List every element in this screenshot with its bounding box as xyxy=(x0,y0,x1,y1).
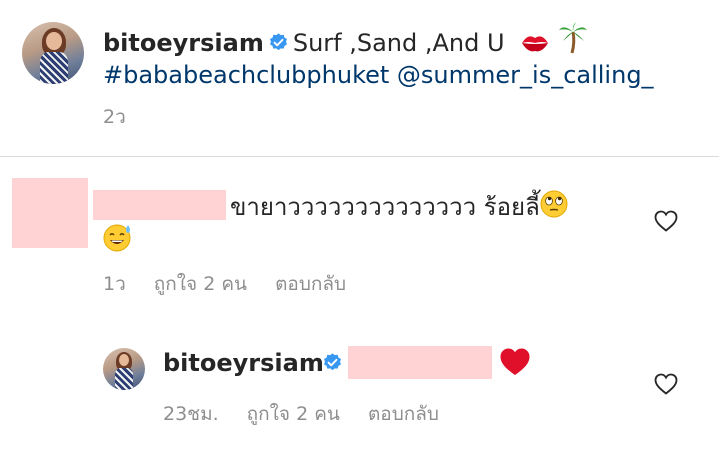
reply-meta: 23ชม. ถูกใจ 2 คน ตอบกลับ xyxy=(163,399,467,429)
comment-like-heart-icon[interactable] xyxy=(654,210,678,232)
redacted-mention xyxy=(348,346,492,379)
redacted-commenter-name xyxy=(93,190,226,220)
sweat-smile-emoji-icon xyxy=(103,224,131,252)
comment-reply-button[interactable]: ตอบกลับ xyxy=(275,273,346,295)
reply-timestamp: 23ชม. xyxy=(163,403,219,425)
comment-text-body: ขายาวววววววววววววว ร้อยลี้ xyxy=(230,193,540,221)
post-caption-text: Surf ,Sand ,And U xyxy=(292,29,505,57)
reply-like-heart-icon[interactable] xyxy=(654,373,678,395)
post-caption: bitoeyrsiam Surf ,Sand ,And U #bababeachc… xyxy=(103,22,703,91)
reply-avatar[interactable] xyxy=(103,348,145,390)
comment-timestamp: 1ว xyxy=(103,273,126,295)
verified-badge-icon xyxy=(269,33,287,51)
reply-username[interactable]: bitoeyrsiam xyxy=(163,346,324,380)
post-timestamp: 2ว xyxy=(103,106,126,128)
reply-likes-link[interactable]: ถูกใจ 2 คน xyxy=(247,403,340,425)
comment-likes-link[interactable]: ถูกใจ 2 คน xyxy=(154,273,247,295)
comment-meta: 1ว ถูกใจ 2 คน ตอบกลับ xyxy=(103,269,374,299)
redacted-commenter-avatar xyxy=(12,178,88,248)
verified-badge-icon xyxy=(324,353,341,371)
post-avatar[interactable] xyxy=(22,22,84,84)
palm-tree-emoji-icon xyxy=(558,22,587,54)
divider xyxy=(0,156,719,157)
red-heart-emoji-icon xyxy=(500,348,530,375)
post-hashtag-line[interactable]: #bababeachclubphuket @summer_is_calling_ xyxy=(103,61,654,89)
eye-roll-emoji-icon xyxy=(540,190,568,218)
comment-text: ขายาวววววววววววววว ร้อยลี้ xyxy=(230,190,630,224)
post-username[interactable]: bitoeyrsiam xyxy=(103,29,264,57)
reply-reply-button[interactable]: ตอบกลับ xyxy=(368,403,439,425)
kiss-mark-emoji-icon xyxy=(522,36,549,52)
